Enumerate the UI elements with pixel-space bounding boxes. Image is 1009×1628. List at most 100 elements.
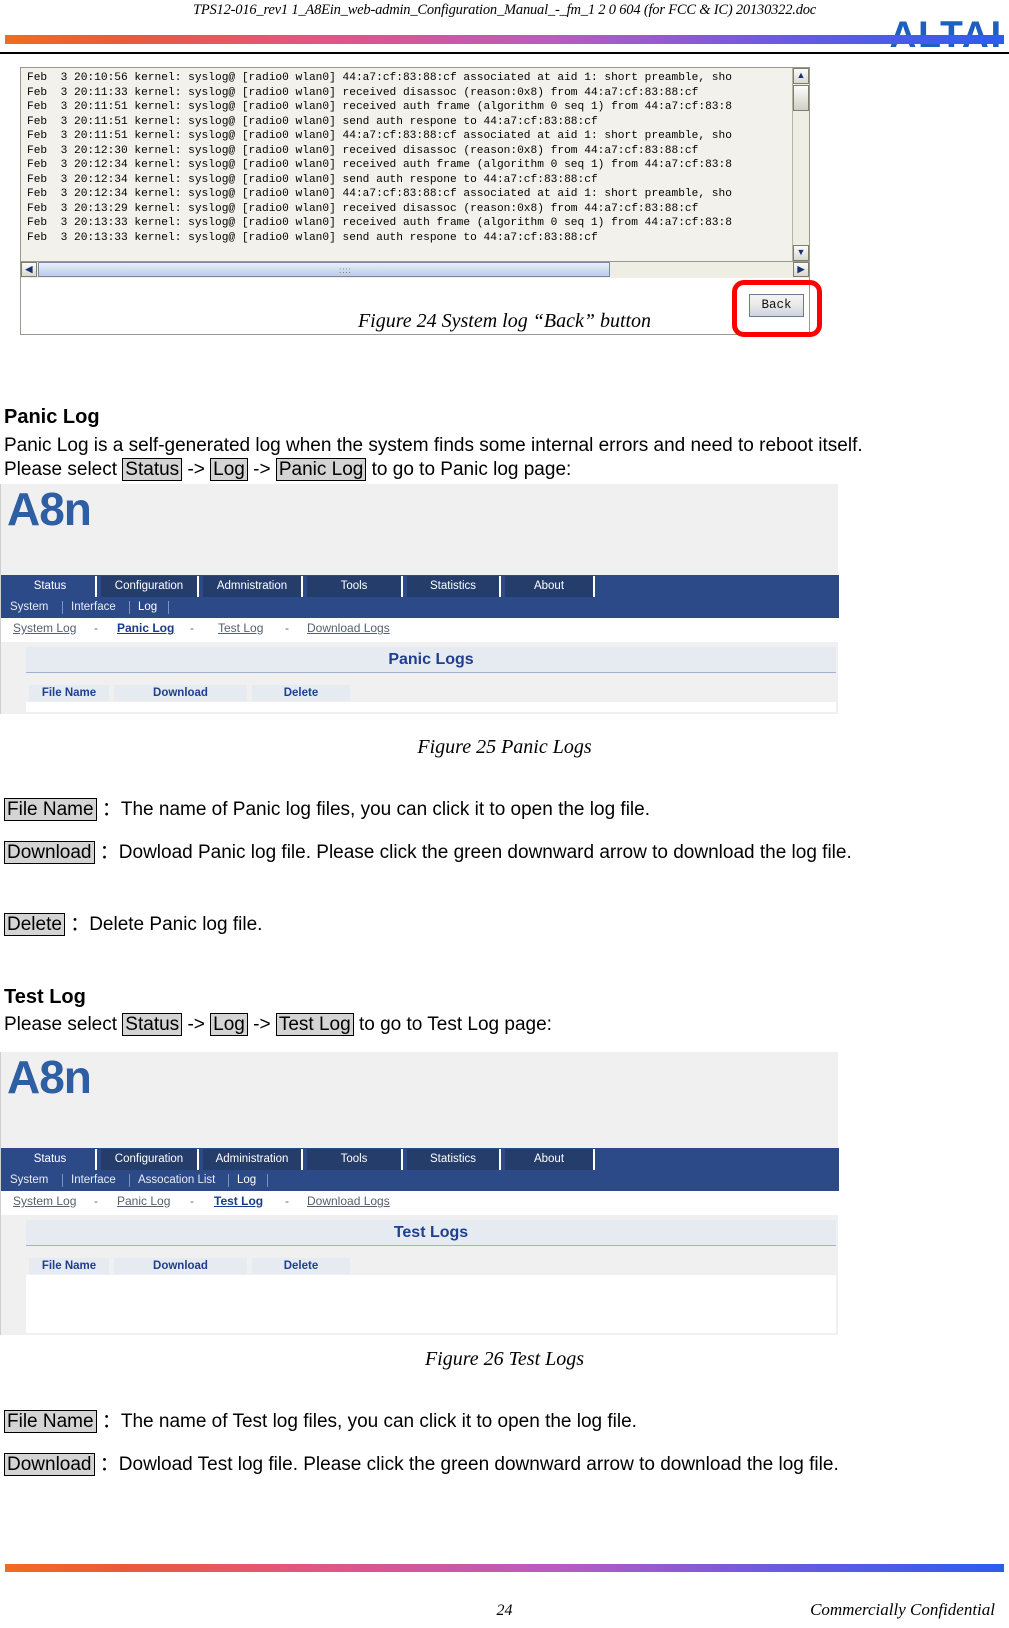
footer-gradient-rule <box>5 1564 1004 1572</box>
column-header-delete-2[interactable]: Delete <box>252 1258 350 1274</box>
kw-download-2[interactable]: Download <box>4 1453 95 1476</box>
panic-def-delete-text: ：Delete Panic log file. <box>70 914 263 935</box>
panic-webui-navbar: Status Configuration Admnistration Tools… <box>1 575 839 597</box>
test-def-download: Download ：Dowload Test log file. Please … <box>4 1453 999 1477</box>
panic-def-download: Download ：Dowload Panic log file. Please… <box>4 841 999 865</box>
tab-configuration-2[interactable]: Configuration <box>101 1149 199 1170</box>
panic-logs-panel-title: Panic Logs <box>26 647 836 673</box>
tab-tools-2[interactable]: Tools <box>307 1149 403 1170</box>
kw-test-log[interactable]: Test Log <box>275 1013 354 1036</box>
subnav-item-system[interactable]: System <box>10 597 48 618</box>
crumb-download-logs-2[interactable]: Download Logs <box>307 1194 390 1208</box>
scroll-right-icon[interactable]: ▶ <box>793 262 809 277</box>
subnav-item-log[interactable]: Log <box>138 597 157 618</box>
subnav-separator <box>267 1174 268 1187</box>
crumb-system-log[interactable]: System Log <box>13 621 76 635</box>
column-header-download[interactable]: Download <box>114 685 247 701</box>
system-log-lines: Feb 3 20:10:56 kernel: syslog@ [radio0 w… <box>27 72 732 245</box>
column-header-delete[interactable]: Delete <box>252 685 350 701</box>
subnav-separator <box>129 1174 130 1187</box>
crumb-system-log-2[interactable]: System Log <box>13 1194 76 1208</box>
tab-tools[interactable]: Tools <box>307 576 403 597</box>
column-header-download-2[interactable]: Download <box>114 1258 247 1274</box>
a8n-brand-logo-2: A8n <box>7 1051 92 1103</box>
panic-def-delete: Delete ：Delete Panic log file. <box>4 913 999 937</box>
subnav-separator <box>62 1174 63 1187</box>
tab-status[interactable]: Status <box>5 576 97 597</box>
subnav-item-interface-2[interactable]: Interface <box>71 1170 116 1191</box>
crumb-panic-log-2[interactable]: Panic Log <box>117 1194 170 1208</box>
scroll-left-icon[interactable]: ◀ <box>21 262 37 277</box>
crumb-download-logs[interactable]: Download Logs <box>307 621 390 635</box>
tab-statistics[interactable]: Statistics <box>407 576 501 597</box>
column-header-file-name-2[interactable]: File Name <box>29 1258 109 1274</box>
panic-log-intro-line1: Panic Log is a self-generated log when t… <box>4 435 863 456</box>
figure-24-caption: Figure 24 System log “Back” button <box>357 310 652 332</box>
subnav-item-log-2[interactable]: Log <box>237 1170 256 1191</box>
tab-about-2[interactable]: About <box>505 1149 595 1170</box>
test-def-file-name: File Name ：The name of Test log files, y… <box>4 1410 999 1434</box>
test-logs-webui-screenshot: A8n Status Configuration Administration … <box>0 1051 839 1335</box>
test-webui-crumbbar: System Log - Panic Log - Test Log - Down… <box>1 1191 839 1215</box>
system-log-textarea[interactable]: Feb 3 20:10:56 kernel: syslog@ [radio0 w… <box>20 67 810 262</box>
kw-delete[interactable]: Delete <box>4 913 65 936</box>
scroll-down-icon[interactable]: ▼ <box>793 245 809 261</box>
test-webui-navbar: Status Configuration Administration Tool… <box>1 1148 839 1170</box>
crumb-separator-3: - <box>285 1194 289 1208</box>
crumb-panic-log[interactable]: Panic Log <box>117 621 174 635</box>
tab-about[interactable]: About <box>505 576 595 597</box>
subnav-item-interface[interactable]: Interface <box>71 597 116 618</box>
panic-logs-empty-body <box>26 702 836 712</box>
horizontal-scroll-thumb[interactable]: :::: <box>38 262 610 277</box>
kw-status[interactable]: Status <box>122 458 183 481</box>
crumb-separator-1: - <box>94 621 98 635</box>
subnav-separator <box>168 601 169 614</box>
test-intro-suffix: to go to Test Log page: <box>353 1014 552 1035</box>
kw-panic-log[interactable]: Panic Log <box>275 458 367 481</box>
horizontal-scrollbar[interactable]: ◀ :::: ▶ <box>20 262 810 279</box>
panic-webui-crumbbar: System Log - Panic Log - Test Log - Down… <box>1 618 839 642</box>
system-log-figure: Feb 3 20:10:56 kernel: syslog@ [radio0 w… <box>4 62 834 337</box>
panic-def-file-name-text: ：The name of Panic log files, you can cl… <box>101 799 650 820</box>
panic-intro-prefix: Please select <box>4 459 123 480</box>
scroll-up-icon[interactable]: ▲ <box>793 68 809 84</box>
test-def-file-name-text: ：The name of Test log files, you can cli… <box>101 1411 637 1432</box>
tab-status-2[interactable]: Status <box>5 1149 97 1170</box>
footer-confidentiality-notice: Commercially Confidential <box>810 1600 995 1619</box>
subnav-item-system-2[interactable]: System <box>10 1170 48 1191</box>
tab-configuration[interactable]: Configuration <box>101 576 199 597</box>
header-gradient-rule <box>5 35 1004 44</box>
column-header-file-name[interactable]: File Name <box>29 685 109 701</box>
kw-status-2[interactable]: Status <box>122 1013 183 1036</box>
panic-def-file-name: File Name ：The name of Panic log files, … <box>4 798 999 822</box>
crumb-test-log-2[interactable]: Test Log <box>214 1194 263 1208</box>
scroll-grip-icon: :::: <box>339 266 352 275</box>
panic-log-heading: Panic Log <box>4 406 100 428</box>
kw-log[interactable]: Log <box>210 458 248 481</box>
a8n-brand-logo: A8n <box>7 483 92 535</box>
kw-download[interactable]: Download <box>4 841 95 864</box>
test-def-download-text: ：Dowload Test log file. Please click the… <box>99 1454 839 1475</box>
kw-file-name[interactable]: File Name <box>4 798 97 821</box>
subnav-separator <box>129 601 130 614</box>
kw-file-name-2[interactable]: File Name <box>4 1410 97 1433</box>
tab-statistics-2[interactable]: Statistics <box>407 1149 501 1170</box>
kw-log-2[interactable]: Log <box>210 1013 248 1036</box>
document-header-title: TPS12-016_rev1 1_A8Ein_web-admin_Configu… <box>192 2 817 18</box>
panic-arrow-1: -> <box>182 459 211 480</box>
test-log-heading: Test Log <box>4 986 86 1008</box>
figure-25-caption: Figure 25 Panic Logs <box>417 736 592 758</box>
vertical-scrollbar[interactable]: ▲ ▼ <box>792 68 809 261</box>
panic-logs-webui-screenshot: A8n Status Configuration Admnistration T… <box>0 483 839 714</box>
tab-administration[interactable]: Admnistration <box>203 576 303 597</box>
subnav-item-association-list[interactable]: Assocation List <box>138 1170 215 1191</box>
crumb-test-log[interactable]: Test Log <box>218 621 263 635</box>
test-webui-subnav: System Interface Assocation List Log <box>1 1170 839 1191</box>
subnav-separator <box>228 1174 229 1187</box>
test-log-intro: Please select Status -> Log -> Test Log … <box>4 1013 994 1037</box>
vertical-scroll-thumb[interactable] <box>793 85 809 111</box>
tab-administration-2[interactable]: Administration <box>203 1149 303 1170</box>
panic-webui-subnav: System Interface Log <box>1 597 839 618</box>
test-arrow-1: -> <box>182 1014 211 1035</box>
figure-26-caption: Figure 26 Test Logs <box>424 1348 585 1370</box>
